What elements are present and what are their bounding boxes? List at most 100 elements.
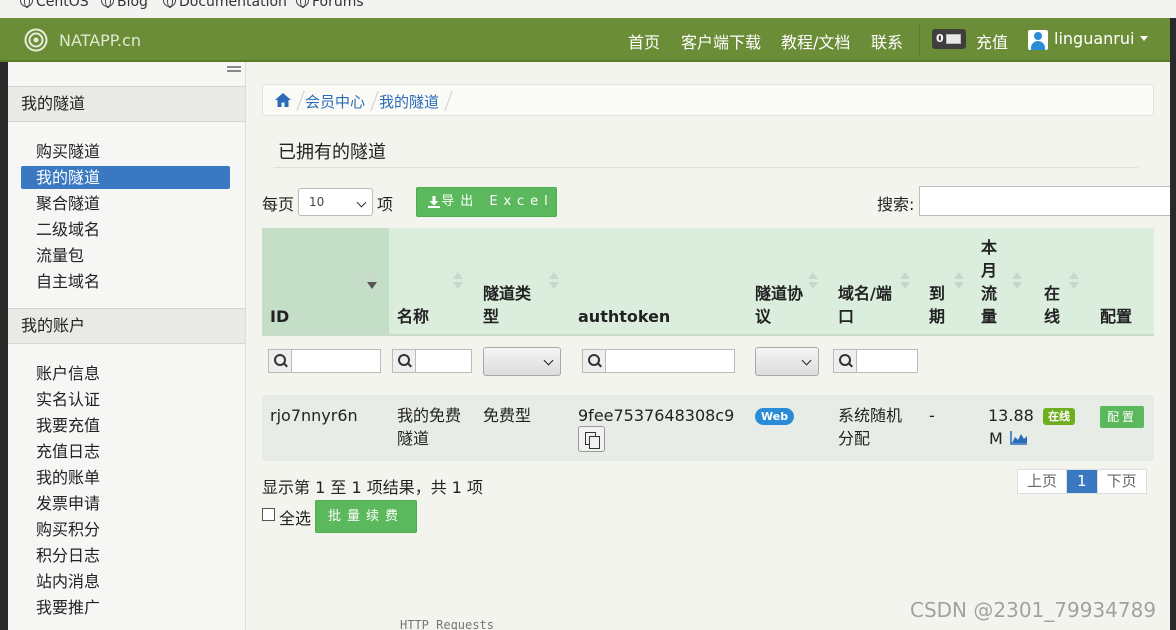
brand-link[interactable]: NATAPP.cn xyxy=(24,27,141,53)
bookmark-forums[interactable]: Forums xyxy=(296,0,364,10)
search-icon xyxy=(582,349,606,373)
home-icon[interactable] xyxy=(275,93,291,107)
breadcrumb-divider xyxy=(363,91,379,111)
filter-name-input[interactable] xyxy=(416,349,472,373)
sidebar-item-aggregate-tunnel[interactable]: 聚合隧道 xyxy=(21,192,230,215)
online-status-badge: 在线 xyxy=(1043,408,1075,425)
sidebar-item-messages[interactable]: 站内消息 xyxy=(21,570,230,593)
sidebar-item-my-tunnels[interactable]: 我的隧道 xyxy=(21,166,230,189)
search-label: 搜索: xyxy=(877,195,915,214)
column-header-traffic-line4: 量 xyxy=(981,307,998,326)
breadcrumb-divider xyxy=(289,91,305,111)
filter-protocol-select[interactable] xyxy=(755,347,819,376)
bookmark-centos[interactable]: CentOS xyxy=(20,0,89,10)
nav-client-download[interactable]: 客户端下载 xyxy=(681,29,761,53)
config-button[interactable]: 配置 xyxy=(1100,406,1145,428)
per-page-select[interactable]: 10 xyxy=(298,188,373,216)
column-header-id[interactable]: ID xyxy=(262,228,389,334)
bookmark-documentation[interactable]: Documentation xyxy=(163,0,287,10)
cell-name-line2: 隧道 xyxy=(397,429,430,448)
sidebar-item-buy-tunnel[interactable]: 购买隧道 xyxy=(21,140,230,163)
column-header-traffic[interactable]: 本 月 流 量 xyxy=(981,228,1029,334)
sidebar-collapse-icon[interactable] xyxy=(227,66,241,76)
pagination: 上页 1 下页 xyxy=(1017,469,1147,494)
column-header-traffic-line3: 流 xyxy=(981,284,998,303)
column-header-type[interactable]: 隧道类 型 xyxy=(483,228,569,334)
globe-icon xyxy=(101,0,114,8)
column-header-domain-line2: 口 xyxy=(838,307,855,326)
background-window-text: HTTP Requests xyxy=(400,618,494,630)
filter-authtoken-input[interactable] xyxy=(606,349,735,373)
sidebar-item-recharge[interactable]: 我要充值 xyxy=(21,414,230,437)
sidebar-item-buy-points[interactable]: 购买积分 xyxy=(21,518,230,541)
nav-docs[interactable]: 教程/文档 xyxy=(781,29,850,53)
bookmark-label: Blog xyxy=(117,0,148,10)
table-row: rjo7nnyr6n 我的免费 隧道 免费型 9fee7537648308c9 … xyxy=(262,395,1154,461)
username: linguanrui xyxy=(1054,29,1135,48)
messages-button[interactable]: 0 xyxy=(932,29,966,49)
column-header-traffic-line2: 月 xyxy=(981,261,998,280)
filter-row xyxy=(262,338,1154,388)
filter-name xyxy=(392,349,472,373)
sidebar-item-real-name[interactable]: 实名认证 xyxy=(21,388,230,411)
cell-domain-line2: 分配 xyxy=(838,429,871,448)
sidebar-item-bills[interactable]: 我的账单 xyxy=(21,466,230,489)
sidebar-item-promote[interactable]: 我要推广 xyxy=(21,596,230,619)
user-menu[interactable]: linguanrui xyxy=(1054,29,1149,48)
user-icon xyxy=(1028,30,1048,50)
column-header-authtoken[interactable]: authtoken xyxy=(578,228,748,334)
sort-desc-icon xyxy=(367,272,377,292)
top-navbar: NATAPP.cn 首页 客户端下载 教程/文档 联系 0 充值 linguan… xyxy=(0,18,1170,62)
watermark: CSDN @2301_79934789 xyxy=(910,598,1157,622)
page-1-button[interactable]: 1 xyxy=(1067,470,1098,493)
sidebar-item-subdomain[interactable]: 二级域名 xyxy=(21,218,230,241)
column-header-name[interactable]: 名称 xyxy=(397,228,477,334)
nav-recharge[interactable]: 充值 xyxy=(976,29,1008,53)
nav-home[interactable]: 首页 xyxy=(628,29,660,53)
cell-name-line1: 我的免费 xyxy=(397,406,462,425)
sidebar-item-custom-domain[interactable]: 自主域名 xyxy=(21,270,230,293)
window-edge-left xyxy=(0,62,8,630)
sidebar-item-points-log[interactable]: 积分日志 xyxy=(21,544,230,567)
bookmarks-bar: CentOS Blog Documentation Forums xyxy=(0,0,1176,18)
breadcrumb-my-tunnels[interactable]: 我的隧道 xyxy=(379,91,439,112)
bookmark-blog[interactable]: Blog xyxy=(101,0,148,10)
filter-domain xyxy=(833,349,918,373)
search-input[interactable] xyxy=(919,186,1170,216)
prev-page-button[interactable]: 上页 xyxy=(1018,470,1068,493)
column-header-online[interactable]: 在 线 xyxy=(1044,228,1088,334)
column-header-protocol[interactable]: 隧道协 议 xyxy=(755,228,827,334)
sidebar-item-traffic-pack[interactable]: 流量包 xyxy=(21,244,230,267)
sort-icon xyxy=(1012,272,1022,292)
filter-domain-input[interactable] xyxy=(857,349,918,373)
sort-icon xyxy=(808,272,818,292)
page-title: 已拥有的隧道 xyxy=(278,142,386,163)
column-header-domain[interactable]: 域名/端 口 xyxy=(838,228,918,334)
sidebar-section-account: 我的账户 xyxy=(8,308,245,344)
sidebar-item-invoice[interactable]: 发票申请 xyxy=(21,492,230,515)
breadcrumb-divider xyxy=(437,91,453,111)
protocol-badge: Web xyxy=(755,408,795,425)
sort-icon xyxy=(900,272,910,292)
column-header-expire[interactable]: 到 期 xyxy=(929,228,969,334)
export-excel-button[interactable]: 导出 Excel xyxy=(416,187,557,217)
breadcrumb-member-center[interactable]: 会员中心 xyxy=(305,91,365,112)
batch-renew-button[interactable]: 批量续费 xyxy=(315,500,417,533)
envelope-icon xyxy=(946,34,961,44)
filter-type-select[interactable] xyxy=(483,347,561,376)
sidebar-item-recharge-log[interactable]: 充值日志 xyxy=(21,440,230,463)
nav-contact[interactable]: 联系 xyxy=(871,29,903,53)
column-header-authtoken-label: authtoken xyxy=(578,307,671,326)
select-all-checkbox[interactable] xyxy=(262,508,275,521)
message-count: 0 xyxy=(936,32,944,45)
sidebar-item-account-info[interactable]: 账户信息 xyxy=(21,362,230,385)
column-header-domain-line1: 域名/端 xyxy=(838,284,892,303)
breadcrumb: 会员中心 我的隧道 xyxy=(262,84,1154,116)
next-page-button[interactable]: 下页 xyxy=(1098,470,1146,493)
copy-authtoken-icon[interactable] xyxy=(578,426,605,452)
search-icon xyxy=(833,349,857,373)
area-chart-icon[interactable] xyxy=(1010,431,1028,445)
globe-icon xyxy=(20,0,33,8)
filter-id-input[interactable] xyxy=(292,349,381,373)
caret-down-icon xyxy=(1140,36,1149,41)
